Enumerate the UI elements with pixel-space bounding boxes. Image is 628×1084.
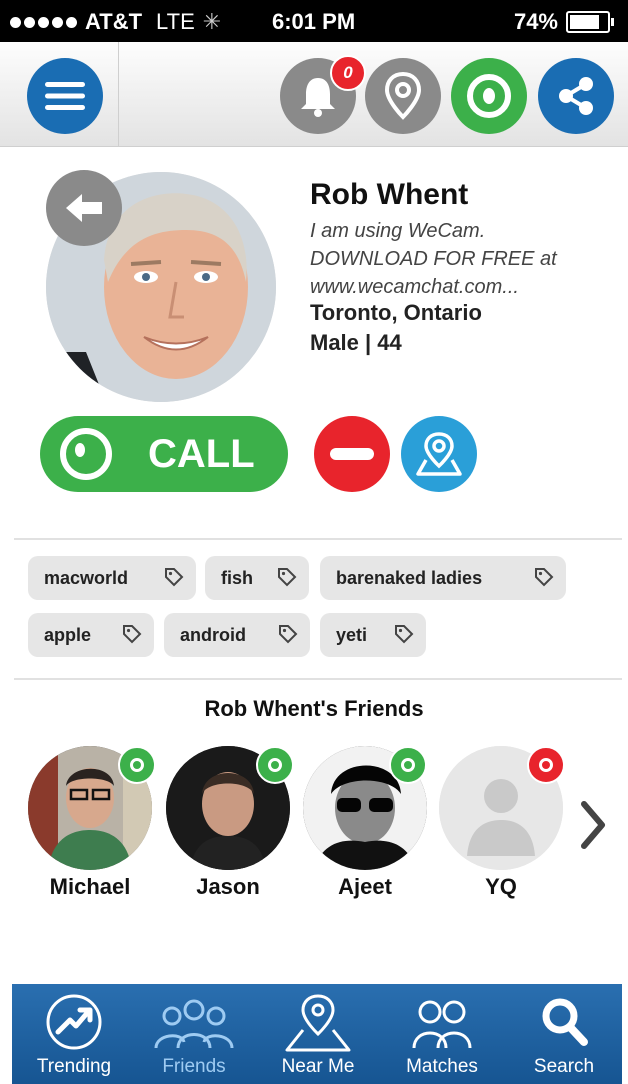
friend-name: Michael: [49, 874, 131, 899]
section-divider: [14, 538, 622, 540]
bottom-navigation: Trending Friends Near Me Matches Search: [12, 984, 622, 1084]
profile-location: Toronto, Ontario: [310, 300, 482, 325]
status-line: I am using WeCam.: [310, 220, 486, 242]
share-icon: [559, 77, 593, 115]
carrier-label: AT&T: [85, 9, 143, 34]
tab-matches[interactable]: Matches: [382, 984, 502, 1084]
tag-label: android: [180, 624, 246, 645]
status-bar: AT&T LTE ✳ 6:01 PM 74%: [0, 0, 628, 42]
tab-search[interactable]: Search: [504, 984, 624, 1084]
matches-icon: [412, 1000, 472, 1049]
interest-tag[interactable]: macworld: [28, 556, 196, 600]
wecam-icon: [467, 74, 511, 118]
menu-button[interactable]: [27, 58, 103, 134]
toolbar-divider: [118, 42, 119, 146]
online-status-icon: [389, 746, 427, 784]
network-label: LTE: [156, 9, 195, 34]
profile-gender-age: Male | 44: [310, 330, 402, 355]
tab-friends[interactable]: Friends: [134, 984, 254, 1084]
arrow-left-icon: [66, 194, 102, 222]
tab-label: Friends: [162, 1056, 226, 1077]
friend-name: YQ: [485, 874, 517, 899]
map-location-icon: [416, 432, 462, 476]
friend-name: Ajeet: [338, 874, 392, 899]
friend-item[interactable]: YQ: [439, 746, 565, 900]
call-label: CALL: [148, 431, 255, 476]
tag-label: macworld: [44, 567, 129, 588]
trending-icon: [46, 994, 102, 1050]
tab-near-me[interactable]: Near Me: [258, 984, 378, 1084]
interest-tag[interactable]: barenaked ladies: [320, 556, 566, 600]
tag-icon: [123, 625, 142, 644]
minus-icon: [330, 448, 374, 460]
notification-count-badge: 0: [330, 55, 366, 91]
chevron-right-icon: [581, 801, 605, 849]
block-button[interactable]: [314, 416, 390, 492]
back-button[interactable]: [46, 170, 122, 246]
tab-label: Trending: [36, 1056, 112, 1077]
call-button[interactable]: CALL: [40, 416, 288, 492]
location-button[interactable]: [365, 58, 441, 134]
map-location-icon: [285, 994, 351, 1052]
tag-label: apple: [44, 624, 92, 645]
top-toolbar: 0: [0, 42, 628, 147]
interest-tag[interactable]: fish: [205, 556, 309, 600]
tag-icon: [279, 625, 298, 644]
offline-status-icon: [527, 746, 565, 784]
tag-label: yeti: [336, 624, 368, 645]
next-friends-button[interactable]: [578, 800, 608, 855]
online-status-icon: [256, 746, 294, 784]
interest-tag[interactable]: android: [164, 613, 310, 657]
friend-item[interactable]: Jason: [166, 746, 294, 900]
battery-icon: [566, 11, 614, 33]
tag-icon: [165, 568, 184, 587]
tag-icon: [278, 568, 297, 587]
tag-icon: [535, 568, 554, 587]
hamburger-icon: [45, 82, 85, 110]
tab-label: Search: [533, 1056, 595, 1077]
online-status-icon: [118, 746, 156, 784]
wecam-button[interactable]: [451, 58, 527, 134]
profile-name: Rob Whent: [310, 178, 469, 211]
map-pin-icon: [384, 71, 422, 120]
tag-label: fish: [221, 567, 254, 588]
friend-item[interactable]: Ajeet: [303, 746, 427, 900]
clock: 6:01 PM: [272, 9, 356, 34]
status-line: DOWNLOAD FOR FREE at: [310, 248, 557, 270]
friends-icon: [154, 999, 234, 1049]
interest-tag[interactable]: apple: [28, 613, 154, 657]
tab-label: Matches: [406, 1056, 478, 1077]
tab-trending[interactable]: Trending: [14, 984, 134, 1084]
search-icon: [542, 998, 588, 1046]
friend-name: Jason: [196, 874, 260, 899]
status-line: www.wecamchat.com...: [310, 276, 519, 298]
interest-tag[interactable]: yeti: [320, 613, 426, 657]
friends-section-title: Rob Whent's Friends: [204, 696, 424, 721]
activity-spinner-icon: ✳: [202, 9, 222, 34]
wecam-icon: [60, 428, 112, 480]
signal-strength-icon: [10, 16, 77, 28]
friend-item[interactable]: Michael: [28, 746, 156, 900]
share-button[interactable]: [538, 58, 614, 134]
profile-status-text: I am using WeCam. DOWNLOAD FOR FREE at w…: [310, 217, 610, 301]
tab-label: Near Me: [281, 1056, 355, 1077]
tag-icon: [395, 625, 414, 644]
view-on-map-button[interactable]: [401, 416, 477, 492]
section-divider: [14, 678, 622, 680]
tag-label: barenaked ladies: [336, 567, 483, 588]
battery-percent: 74%: [513, 9, 558, 34]
